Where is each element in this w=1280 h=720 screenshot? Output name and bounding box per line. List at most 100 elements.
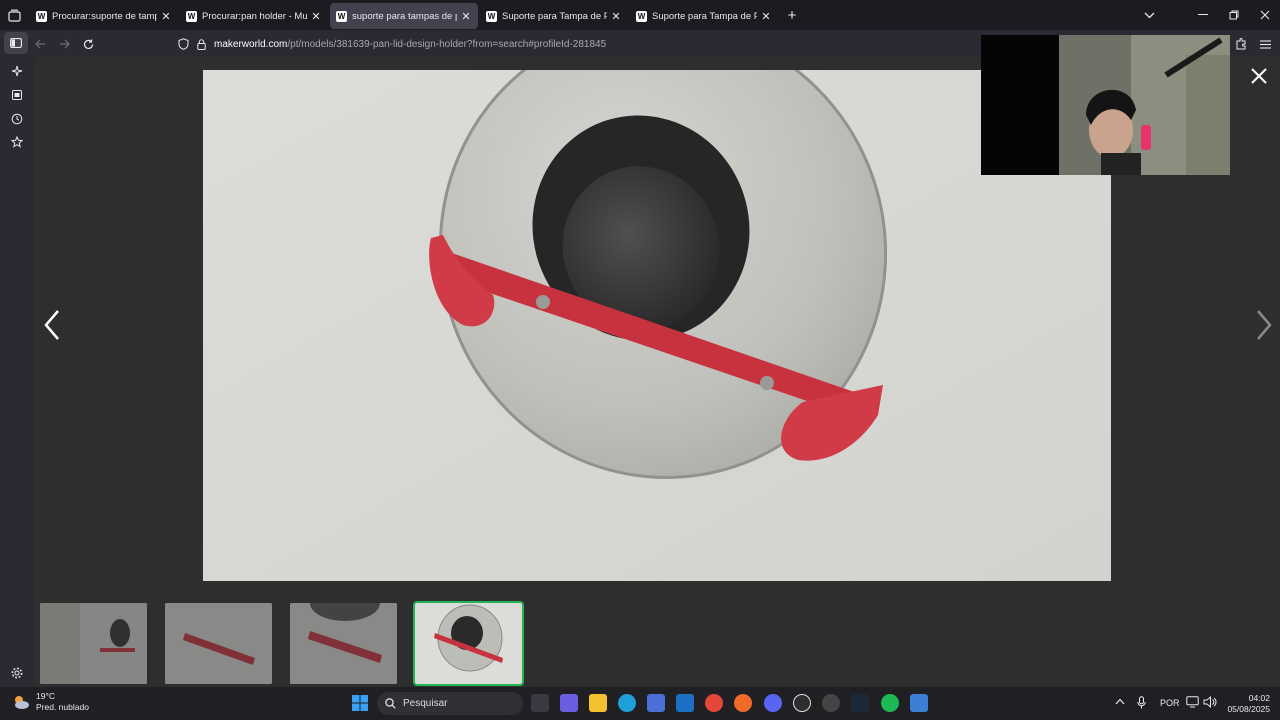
app-10[interactable] xyxy=(822,694,840,712)
network-button[interactable] xyxy=(1186,696,1199,710)
discord-app[interactable] xyxy=(764,694,782,712)
sidebar-toggle-button[interactable] xyxy=(4,32,28,54)
reload-icon xyxy=(83,39,93,49)
prev-arrow-icon xyxy=(44,310,59,340)
tab-title: Suporte para Tampa de Panela | xyxy=(502,10,607,22)
copilot-app[interactable] xyxy=(560,694,578,712)
sidebar-item-bookmarks[interactable] xyxy=(8,86,26,104)
tab-list-icon xyxy=(7,9,21,22)
browser-tab[interactable]: W Suporte para Tampa de Panela |✕ xyxy=(480,3,628,29)
tab-favicon-icon: W xyxy=(636,10,647,22)
shield-icon[interactable] xyxy=(178,38,189,50)
search-icon xyxy=(385,698,396,709)
menu-button[interactable] xyxy=(1253,32,1277,56)
thumbnail-3[interactable] xyxy=(290,603,397,684)
browser-tab[interactable]: W Procurar:pan holder - Mundo d✕ xyxy=(180,3,328,29)
tab-list-button[interactable] xyxy=(0,0,28,30)
pan-lid-holder-render xyxy=(203,70,1111,581)
close-icon xyxy=(1251,68,1267,84)
minimize-button[interactable] xyxy=(1188,0,1218,30)
outlook-app[interactable] xyxy=(676,694,694,712)
extensions-icon xyxy=(1236,38,1246,50)
tab-favicon-icon: W xyxy=(186,10,197,22)
notepad-app[interactable] xyxy=(910,694,928,712)
xbox-app[interactable] xyxy=(793,694,811,712)
tab-close-icon[interactable]: ✕ xyxy=(310,10,322,23)
close-icon xyxy=(1260,10,1270,20)
minimize-icon xyxy=(1198,14,1208,15)
tab-title: suporte para tampas de panela xyxy=(352,10,457,22)
windows-taskbar: 19°C Pred. nublado Pesquisar POR 04:02 0… xyxy=(0,687,1280,720)
tab-bar: WProcurar:suporte de tampa de p✕WProcura… xyxy=(0,0,1280,30)
history-icon xyxy=(11,113,23,125)
sidebar-item-settings[interactable] xyxy=(8,664,26,682)
start-button[interactable] xyxy=(351,694,369,712)
clock-date: 05/08/2025 xyxy=(1227,704,1270,714)
next-image-button[interactable] xyxy=(1252,305,1276,345)
steam-app[interactable] xyxy=(851,694,869,712)
reload-button[interactable] xyxy=(76,32,100,56)
url-bar[interactable]: makerworld.com/pt/models/381639-pan-lid-… xyxy=(178,33,978,55)
tab-close-icon[interactable]: ✕ xyxy=(460,10,472,23)
previous-image-button[interactable] xyxy=(40,305,64,345)
search-placeholder: Pesquisar xyxy=(403,698,448,709)
chrome-app[interactable] xyxy=(705,694,723,712)
tab-close-icon[interactable]: ✕ xyxy=(610,10,622,23)
browser-tab[interactable]: Wsuporte para tampas de panela✕ xyxy=(330,3,478,29)
bookmarks-icon xyxy=(12,90,22,100)
lock-icon[interactable] xyxy=(197,38,206,50)
extensions-button[interactable] xyxy=(1229,32,1253,56)
browser-tab[interactable]: W Procurar:suporte de tampa de p✕ xyxy=(30,3,178,29)
thumbnail-2[interactable] xyxy=(165,603,272,684)
star-icon xyxy=(11,136,23,148)
file-explorer-app[interactable] xyxy=(589,694,607,712)
url-path: /pt/models/381639-pan-lid-design-holder?… xyxy=(287,38,607,50)
restore-icon xyxy=(1229,10,1239,20)
sidebar-icon xyxy=(10,38,22,48)
back-button[interactable] xyxy=(28,32,52,56)
tab-favicon-icon: W xyxy=(486,10,497,22)
browser-tab[interactable]: W Suporte para Tampa de Panela |✕ xyxy=(630,3,778,29)
microphone-button[interactable] xyxy=(1137,696,1146,711)
browser-sidebar xyxy=(0,57,34,687)
webcam-overlay xyxy=(981,35,1230,175)
weather-cloud-icon xyxy=(15,696,29,709)
thumbnail-4[interactable] xyxy=(413,601,524,686)
forward-button[interactable] xyxy=(52,32,76,56)
store-app[interactable] xyxy=(647,694,665,712)
back-icon xyxy=(34,39,45,49)
weather-temperature: 19°C xyxy=(36,691,55,701)
firefox-app[interactable] xyxy=(734,694,752,712)
sidebar-item-history[interactable] xyxy=(8,110,26,128)
tab-close-icon[interactable]: ✕ xyxy=(160,10,172,23)
weather-widget[interactable]: 19°C Pred. nublado xyxy=(12,691,89,713)
tray-overflow-button[interactable] xyxy=(1115,697,1125,707)
system-clock[interactable]: 04:02 05/08/2025 xyxy=(1222,693,1270,715)
task-view-app[interactable] xyxy=(531,694,549,712)
tab-favicon-icon: W xyxy=(336,10,347,22)
main-product-image xyxy=(203,70,1111,581)
language-indicator[interactable]: POR xyxy=(1160,698,1180,708)
next-arrow-icon xyxy=(1257,310,1272,340)
spotify-app[interactable] xyxy=(881,694,899,712)
mic-icon xyxy=(1137,696,1146,709)
sidebar-item-ai[interactable] xyxy=(8,62,26,80)
thumbnail-1[interactable] xyxy=(40,603,147,684)
taskbar-search[interactable]: Pesquisar xyxy=(377,692,523,715)
list-all-tabs-button[interactable] xyxy=(1134,0,1164,30)
window-close-button[interactable] xyxy=(1250,0,1280,30)
restore-button[interactable] xyxy=(1219,0,1249,30)
sidebar-item-favorites[interactable] xyxy=(8,133,26,151)
tab-title: Procurar:suporte de tampa de p xyxy=(52,10,157,22)
ai-icon xyxy=(11,65,23,77)
new-tab-button[interactable]: + xyxy=(780,3,804,27)
tab-title: Procurar:pan holder - Mundo d xyxy=(202,10,307,22)
url-host: makerworld.com xyxy=(214,38,288,50)
close-viewer-button[interactable] xyxy=(1248,65,1270,87)
volume-button[interactable] xyxy=(1203,695,1217,710)
edge-app[interactable] xyxy=(618,694,636,712)
speaker-icon xyxy=(1203,695,1217,709)
tab-favicon-icon: W xyxy=(36,10,47,22)
clock-time: 04:02 xyxy=(1248,693,1270,703)
tab-close-icon[interactable]: ✕ xyxy=(760,10,772,23)
